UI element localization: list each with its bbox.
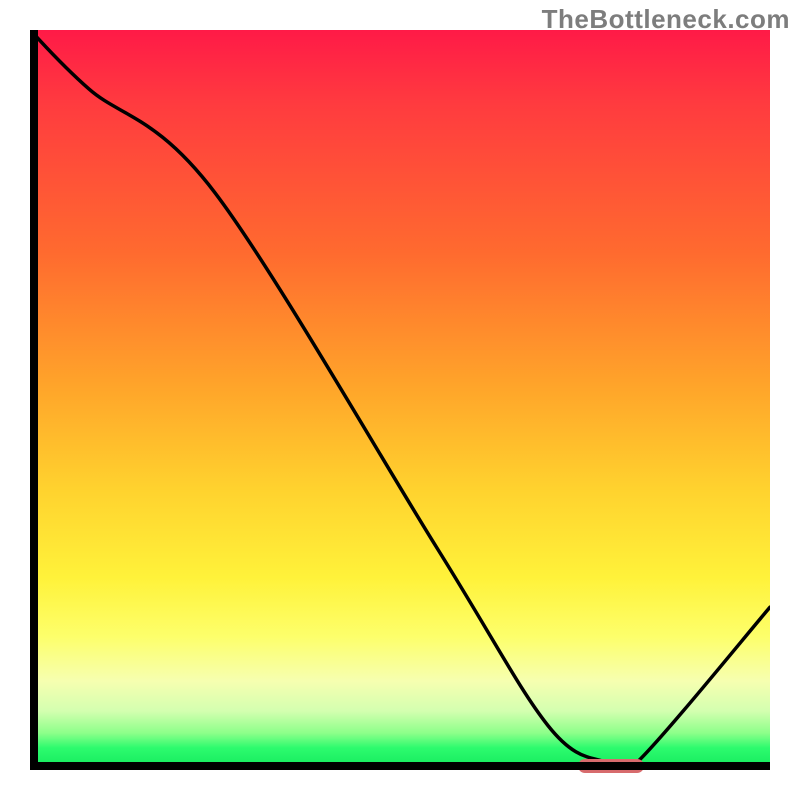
axis-left xyxy=(30,30,38,770)
plot-area xyxy=(30,30,770,770)
bottleneck-curve xyxy=(30,30,770,770)
chart-stage: TheBottleneck.com xyxy=(0,0,800,800)
curve-path xyxy=(30,30,770,770)
axis-bottom xyxy=(30,762,770,770)
